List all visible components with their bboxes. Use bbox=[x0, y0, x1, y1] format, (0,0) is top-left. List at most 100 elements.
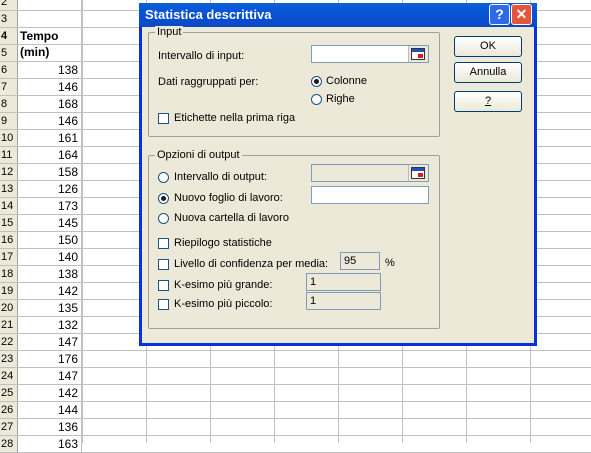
table-row: 28 163 bbox=[0, 436, 591, 453]
cell[interactable]: 140 bbox=[18, 249, 82, 265]
confidence-level-label[interactable]: Livello di confidenza per media: bbox=[174, 258, 328, 270]
row-header[interactable]: 24 bbox=[0, 368, 18, 384]
row-header[interactable]: 5 bbox=[0, 45, 18, 61]
row-header[interactable]: 3 bbox=[0, 11, 18, 27]
row-header[interactable]: 6 bbox=[0, 62, 18, 78]
output-range-label[interactable]: Intervallo di output: bbox=[174, 171, 267, 183]
close-button[interactable]: ✕ bbox=[511, 4, 532, 25]
row-header[interactable]: 12 bbox=[0, 164, 18, 180]
confidence-level-field[interactable]: 95 bbox=[340, 252, 380, 270]
table-row: 24 147 bbox=[0, 368, 591, 385]
cell[interactable]: 158 bbox=[18, 164, 82, 180]
cell[interactable]: 138 bbox=[18, 62, 82, 78]
row-header[interactable]: 14 bbox=[0, 198, 18, 214]
cell[interactable]: 142 bbox=[18, 283, 82, 299]
labels-first-row-label[interactable]: Etichette nella prima riga bbox=[174, 112, 295, 124]
row-header[interactable]: 25 bbox=[0, 385, 18, 401]
dialog-title-bar[interactable]: Statistica descrittiva ? ✕ bbox=[139, 3, 537, 27]
kth-largest-field[interactable]: 1 bbox=[306, 273, 381, 291]
cell[interactable] bbox=[18, 11, 82, 27]
help-button[interactable]: ? bbox=[454, 91, 522, 112]
cell[interactable]: 142 bbox=[18, 385, 82, 401]
cell[interactable] bbox=[18, 0, 82, 10]
row-header[interactable]: 26 bbox=[0, 402, 18, 418]
kth-smallest-field[interactable]: 1 bbox=[306, 292, 381, 310]
ok-button[interactable]: OK bbox=[454, 36, 522, 57]
table-row: 26 144 bbox=[0, 402, 591, 419]
row-header[interactable]: 23 bbox=[0, 351, 18, 367]
row-header[interactable]: 2 bbox=[0, 0, 18, 10]
cell[interactable]: 132 bbox=[18, 317, 82, 333]
cell[interactable]: 147 bbox=[18, 368, 82, 384]
output-range-collapse-button[interactable] bbox=[408, 165, 428, 181]
new-workbook-radio[interactable] bbox=[158, 213, 169, 224]
new-workbook-label[interactable]: Nuova cartella di lavoro bbox=[174, 212, 289, 224]
row-header[interactable]: 10 bbox=[0, 130, 18, 146]
cell[interactable]: 176 bbox=[18, 351, 82, 367]
labels-first-row-checkbox[interactable] bbox=[158, 113, 169, 124]
input-range-value bbox=[312, 46, 315, 58]
rows-radio[interactable] bbox=[311, 94, 322, 105]
dialog-title: Statistica descrittiva bbox=[145, 7, 272, 22]
cell[interactable]: 163 bbox=[18, 436, 82, 452]
row-header[interactable]: 16 bbox=[0, 232, 18, 248]
rows-radio-label[interactable]: Righe bbox=[326, 93, 355, 105]
new-sheet-radio[interactable] bbox=[158, 193, 169, 204]
table-row: 25 142 bbox=[0, 385, 591, 402]
row-header[interactable]: 13 bbox=[0, 181, 18, 197]
cell[interactable]: 138 bbox=[18, 266, 82, 282]
cell[interactable]: Tempo (min) bbox=[18, 28, 82, 59]
cell[interactable]: 173 bbox=[18, 198, 82, 214]
row-header[interactable]: 27 bbox=[0, 419, 18, 435]
row-header[interactable]: 21 bbox=[0, 317, 18, 333]
cancel-button[interactable]: Annulla bbox=[454, 62, 522, 83]
cell[interactable]: 146 bbox=[18, 79, 82, 95]
row-header[interactable]: 28 bbox=[0, 436, 18, 452]
cell[interactable]: 145 bbox=[18, 215, 82, 231]
cell[interactable]: 147 bbox=[18, 334, 82, 350]
cell[interactable]: 164 bbox=[18, 147, 82, 163]
cell[interactable]: 135 bbox=[18, 300, 82, 316]
row-header[interactable]: 7 bbox=[0, 79, 18, 95]
input-range-collapse-button[interactable] bbox=[408, 46, 428, 62]
cell[interactable] bbox=[18, 45, 82, 61]
row-header[interactable]: 19 bbox=[0, 283, 18, 299]
row-header[interactable]: 18 bbox=[0, 266, 18, 282]
help-button-label: ? bbox=[484, 95, 492, 107]
grouped-by-label: Dati raggruppati per: bbox=[158, 76, 259, 88]
columns-radio-label[interactable]: Colonne bbox=[326, 75, 367, 87]
cell[interactable]: 168 bbox=[18, 96, 82, 112]
row-header[interactable]: 4 bbox=[0, 28, 18, 44]
row-header[interactable]: 8 bbox=[0, 96, 18, 112]
summary-statistics-checkbox[interactable] bbox=[158, 238, 169, 249]
cell[interactable]: 126 bbox=[18, 181, 82, 197]
row-header[interactable]: 11 bbox=[0, 147, 18, 163]
output-range-radio[interactable] bbox=[158, 172, 169, 183]
columns-radio[interactable] bbox=[311, 76, 322, 87]
row-header[interactable]: 9 bbox=[0, 113, 18, 129]
range-select-icon bbox=[411, 48, 425, 60]
kth-largest-label[interactable]: K-esimo più grande: bbox=[174, 279, 272, 291]
kth-smallest-label[interactable]: K-esimo più piccolo: bbox=[174, 298, 272, 310]
row-header[interactable]: 20 bbox=[0, 300, 18, 316]
cell[interactable]: 146 bbox=[18, 113, 82, 129]
column-gridline bbox=[82, 0, 83, 443]
input-range-field[interactable] bbox=[311, 45, 429, 63]
kth-largest-checkbox[interactable] bbox=[158, 280, 169, 291]
cell[interactable]: 150 bbox=[18, 232, 82, 248]
row-header[interactable]: 17 bbox=[0, 249, 18, 265]
row-header[interactable]: 22 bbox=[0, 334, 18, 350]
cell[interactable]: 136 bbox=[18, 419, 82, 435]
cell[interactable]: 161 bbox=[18, 130, 82, 146]
new-sheet-name-field[interactable] bbox=[311, 186, 429, 204]
close-icon: ✕ bbox=[515, 6, 528, 22]
title-help-button[interactable]: ? bbox=[489, 4, 510, 25]
confidence-level-checkbox[interactable] bbox=[158, 259, 169, 270]
new-sheet-label[interactable]: Nuovo foglio di lavoro: bbox=[174, 192, 283, 204]
row-header[interactable]: 15 bbox=[0, 215, 18, 231]
descriptive-statistics-dialog: Statistica descrittiva ? ✕ Input Interva… bbox=[139, 3, 537, 346]
kth-smallest-checkbox[interactable] bbox=[158, 299, 169, 310]
summary-statistics-label[interactable]: Riepilogo statistiche bbox=[174, 237, 272, 249]
cell[interactable]: 144 bbox=[18, 402, 82, 418]
output-range-field[interactable] bbox=[311, 164, 429, 182]
